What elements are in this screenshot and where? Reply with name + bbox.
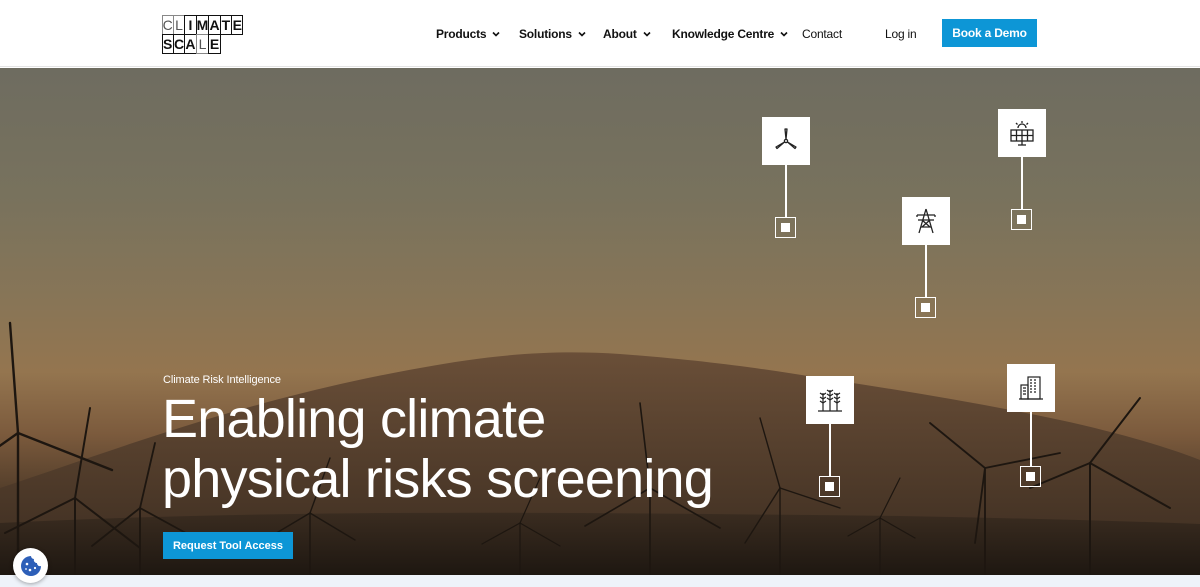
pin-node[interactable] — [1020, 466, 1041, 487]
logo-spacer — [231, 34, 243, 54]
power-pylon-pin[interactable] — [902, 197, 950, 245]
pin-node[interactable] — [915, 297, 936, 318]
hero-headline-line2: physical risks screening — [162, 449, 714, 509]
pin-node[interactable] — [775, 217, 796, 238]
logo-letter: L — [195, 33, 210, 54]
nav-products[interactable]: Products — [436, 0, 501, 67]
climate-scale-logo[interactable]: C L I M A T E S C A L E — [161, 14, 244, 54]
nav-products-label: Products — [436, 26, 487, 41]
pin-connector — [1021, 157, 1023, 209]
buildings-pin[interactable] — [1007, 364, 1055, 412]
logo-letter: E — [231, 14, 244, 35]
hero-headline: Enabling climate physical risks screenin… — [162, 389, 782, 509]
chevron-down-icon — [779, 29, 789, 39]
nav-knowledge-centre-label: Knowledge Centre — [672, 26, 775, 41]
solar-panel-pin[interactable] — [998, 109, 1046, 157]
pin-connector — [829, 424, 831, 476]
nav-solutions[interactable]: Solutions — [519, 0, 587, 67]
crops-icon — [818, 389, 842, 412]
chevron-down-icon — [577, 29, 587, 39]
pin-connector — [925, 245, 927, 297]
pin-node[interactable] — [1011, 209, 1032, 230]
next-section-edge — [0, 575, 1200, 587]
buildings-icon — [1019, 376, 1043, 400]
pin-connector — [1030, 412, 1032, 466]
book-demo-button[interactable]: Book a Demo — [942, 19, 1037, 47]
login-label: Log in — [885, 26, 917, 41]
wind-turbine-icon — [775, 128, 797, 150]
cookie-settings-button[interactable] — [13, 548, 48, 583]
site-header: C L I M A T E S C A L E Products Solutio… — [0, 0, 1200, 67]
pin-node[interactable] — [819, 476, 840, 497]
nav-contact-label: Contact — [802, 26, 842, 41]
nav-about-label: About — [603, 26, 637, 41]
hero-eyebrow: Climate Risk Intelligence — [163, 374, 281, 386]
cookie-icon — [20, 555, 41, 576]
chevron-down-icon — [642, 29, 652, 39]
request-tool-access-button[interactable]: Request Tool Access — [163, 532, 293, 559]
nav-about[interactable]: About — [603, 0, 652, 67]
logo-letter: M — [195, 14, 210, 35]
pin-connector — [785, 165, 787, 217]
login-link[interactable]: Log in — [885, 0, 917, 67]
wind-turbine-pin[interactable] — [762, 117, 810, 165]
nav-contact[interactable]: Contact — [802, 0, 842, 67]
chevron-down-icon — [491, 29, 501, 39]
power-pylon-icon — [916, 208, 936, 234]
hero-headline-line1: Enabling climate — [162, 389, 546, 449]
nav-solutions-label: Solutions — [519, 26, 572, 41]
crops-pin[interactable] — [806, 376, 854, 424]
solar-panel-icon — [1010, 121, 1034, 146]
nav-knowledge-centre[interactable]: Knowledge Centre — [672, 0, 789, 67]
